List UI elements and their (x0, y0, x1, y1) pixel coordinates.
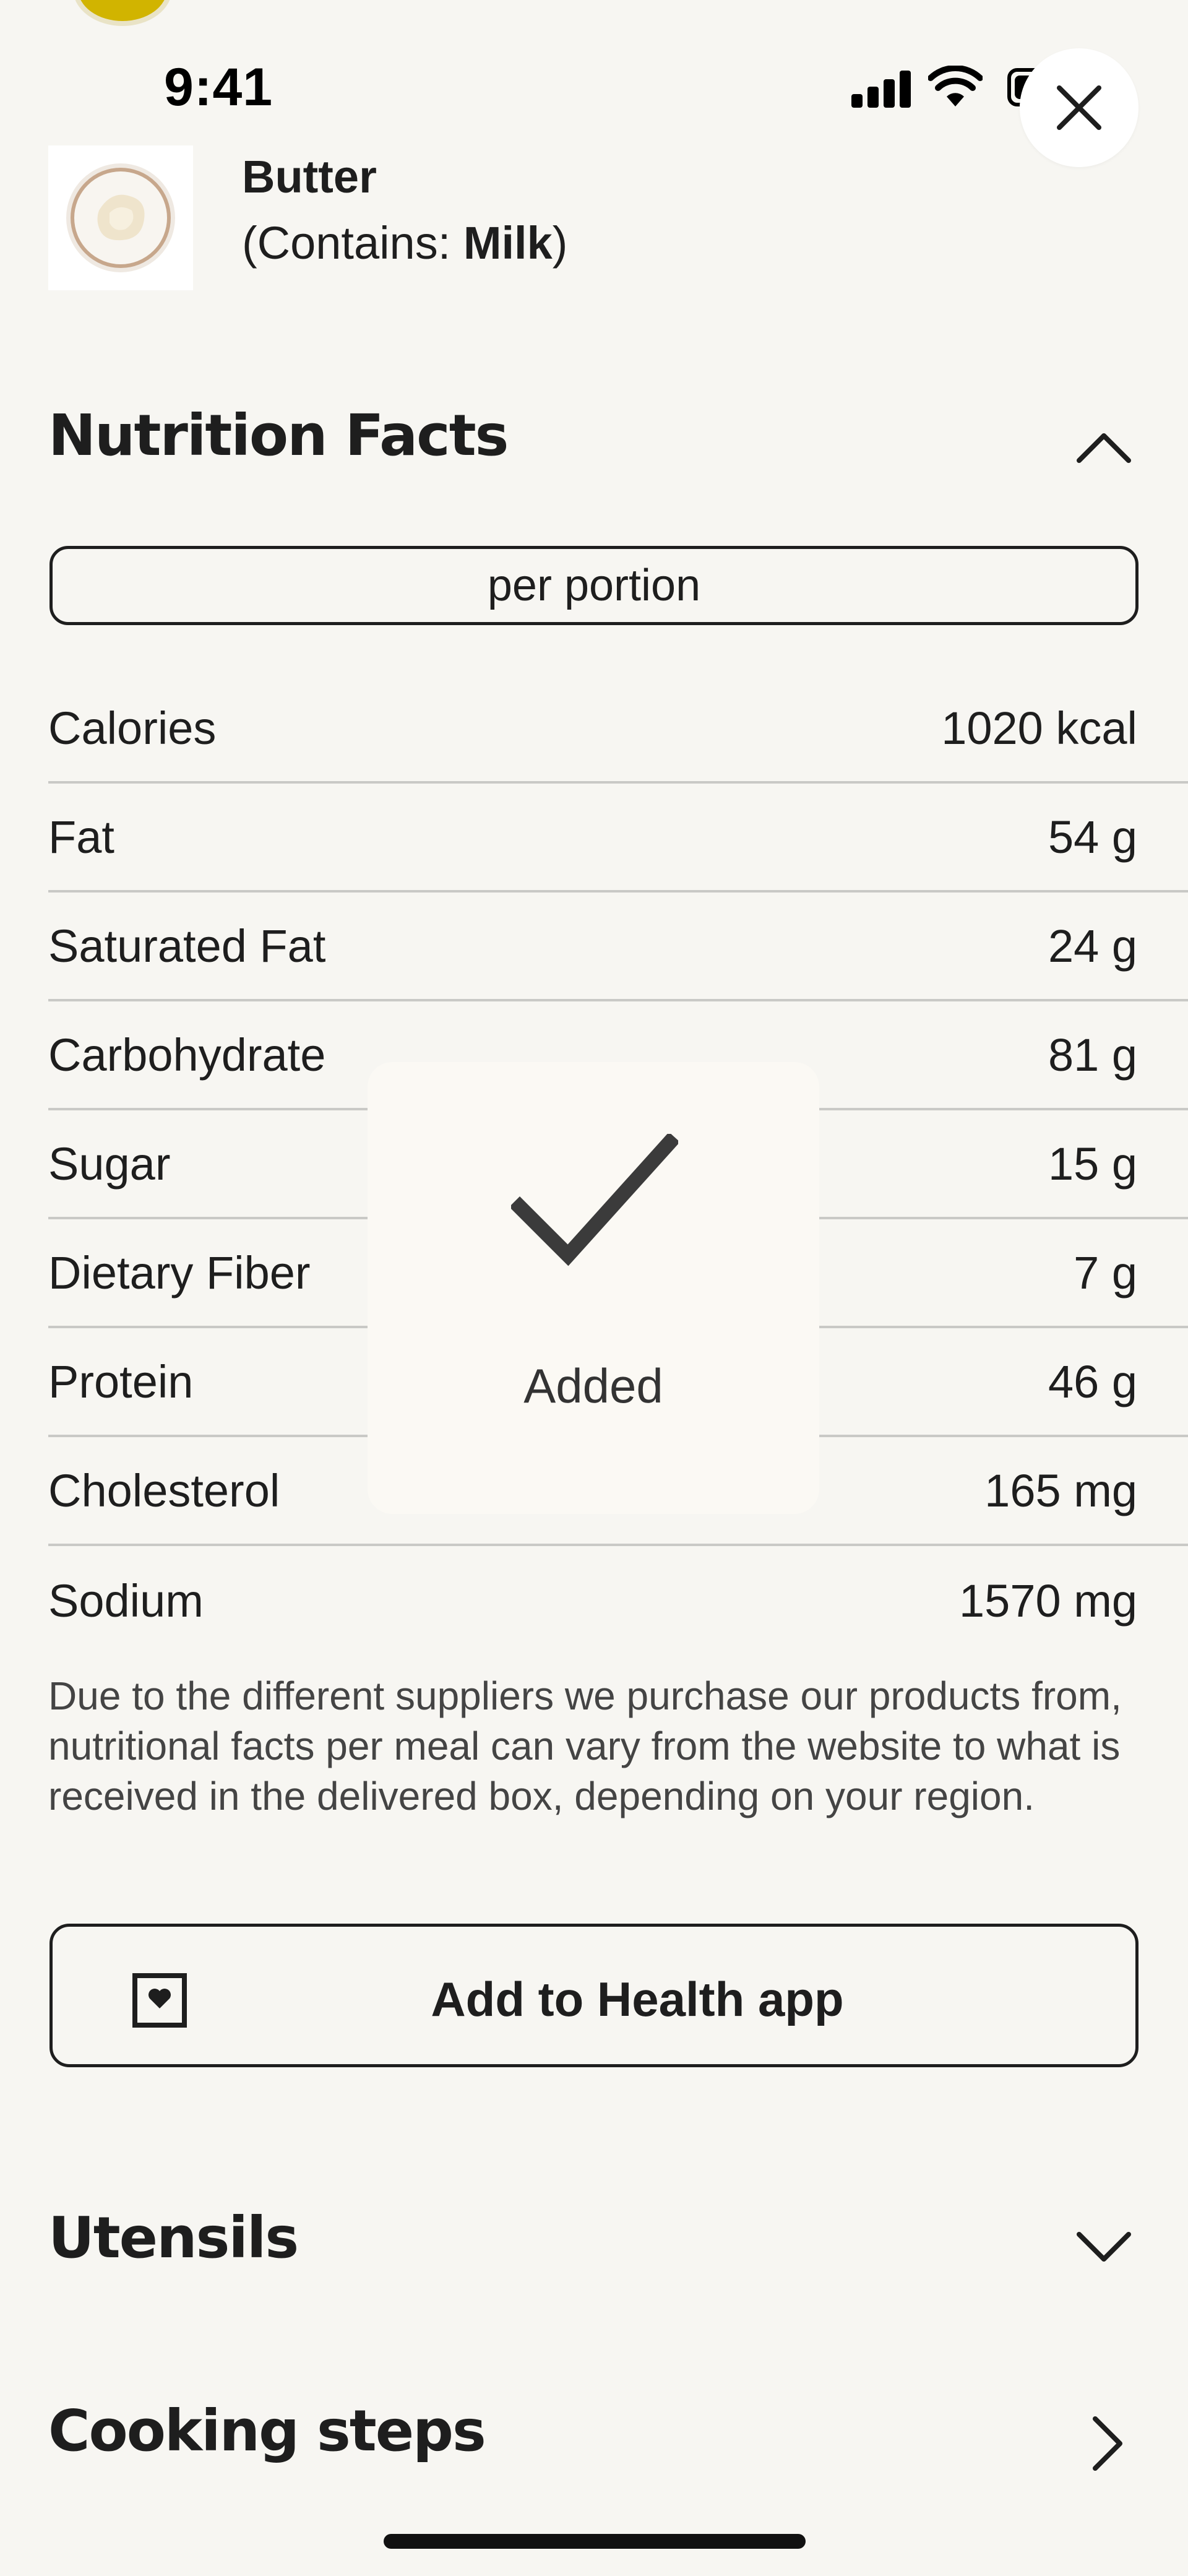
nutrition-value: 15 g (1048, 1138, 1137, 1190)
nutrition-value: 24 g (1048, 920, 1137, 972)
allergen-prefix: (Contains: (242, 217, 463, 269)
nutrition-facts-title[interactable]: Nutrition Facts (48, 402, 509, 469)
close-icon (1057, 85, 1101, 130)
nutrition-value: 46 g (1048, 1355, 1137, 1407)
nutrition-value: 1570 mg (959, 1575, 1137, 1627)
checkmark-icon (511, 1134, 678, 1266)
nutrition-label: Carbohydrate (48, 1029, 326, 1081)
allergen-suffix: ) (552, 217, 568, 269)
allergen-name: Milk (463, 217, 553, 269)
nutrition-disclaimer: Due to the different suppliers we purcha… (48, 1674, 1122, 1818)
nutrition-value: 1020 kcal (941, 702, 1137, 754)
chevron-right-icon[interactable] (1077, 2414, 1136, 2473)
nutrition-label: Cholesterol (48, 1464, 280, 1516)
nutrition-label: Calories (48, 702, 217, 754)
chevron-down-icon[interactable] (1074, 2216, 1134, 2275)
nutrition-label: Sodium (48, 1575, 204, 1627)
utensils-title[interactable]: Utensils (48, 2205, 299, 2271)
nutrition-value: 165 mg (984, 1464, 1137, 1516)
toast-label: Added (523, 1359, 663, 1413)
added-toast: Added (368, 1062, 819, 1514)
chevron-up-icon[interactable] (1074, 418, 1134, 478)
add-to-health-label: Add to Health app (431, 1972, 844, 2026)
cellular-signal-icon (851, 69, 912, 108)
wifi-icon (928, 66, 983, 106)
nutrition-label: Saturated Fat (48, 920, 326, 972)
ingredient-name: Butter (242, 151, 377, 202)
nutrition-row-sodium: Sodium 1570 mg (48, 1546, 1188, 1655)
nutrition-row-calories: Calories 1020 kcal (48, 675, 1188, 784)
nutrition-label: Protein (48, 1355, 194, 1407)
nutrition-label: Sugar (48, 1138, 171, 1190)
nutrition-value: 81 g (1048, 1029, 1137, 1081)
status-time: 9:41 (164, 58, 273, 117)
home-indicator (384, 2534, 806, 2549)
status-bar: 9:41 (0, 0, 1188, 142)
nutrition-value: 7 g (1074, 1247, 1137, 1299)
ingredient-image (48, 145, 193, 290)
portion-toggle[interactable]: per portion (50, 546, 1138, 625)
cooking-steps-title[interactable]: Cooking steps (48, 2398, 486, 2464)
nutrition-label: Fat (48, 811, 114, 863)
add-to-health-button[interactable]: Add to Health app (50, 1924, 1138, 2067)
ingredient-allergen: (Contains: Milk) (242, 217, 567, 269)
nutrition-label: Dietary Fiber (48, 1247, 311, 1299)
nutrition-value: 54 g (1048, 811, 1137, 863)
nutrition-row-fat: Fat 54 g (48, 784, 1188, 893)
close-button[interactable] (1020, 48, 1138, 167)
nutrition-row-saturated-fat: Saturated Fat 24 g (48, 893, 1188, 1001)
